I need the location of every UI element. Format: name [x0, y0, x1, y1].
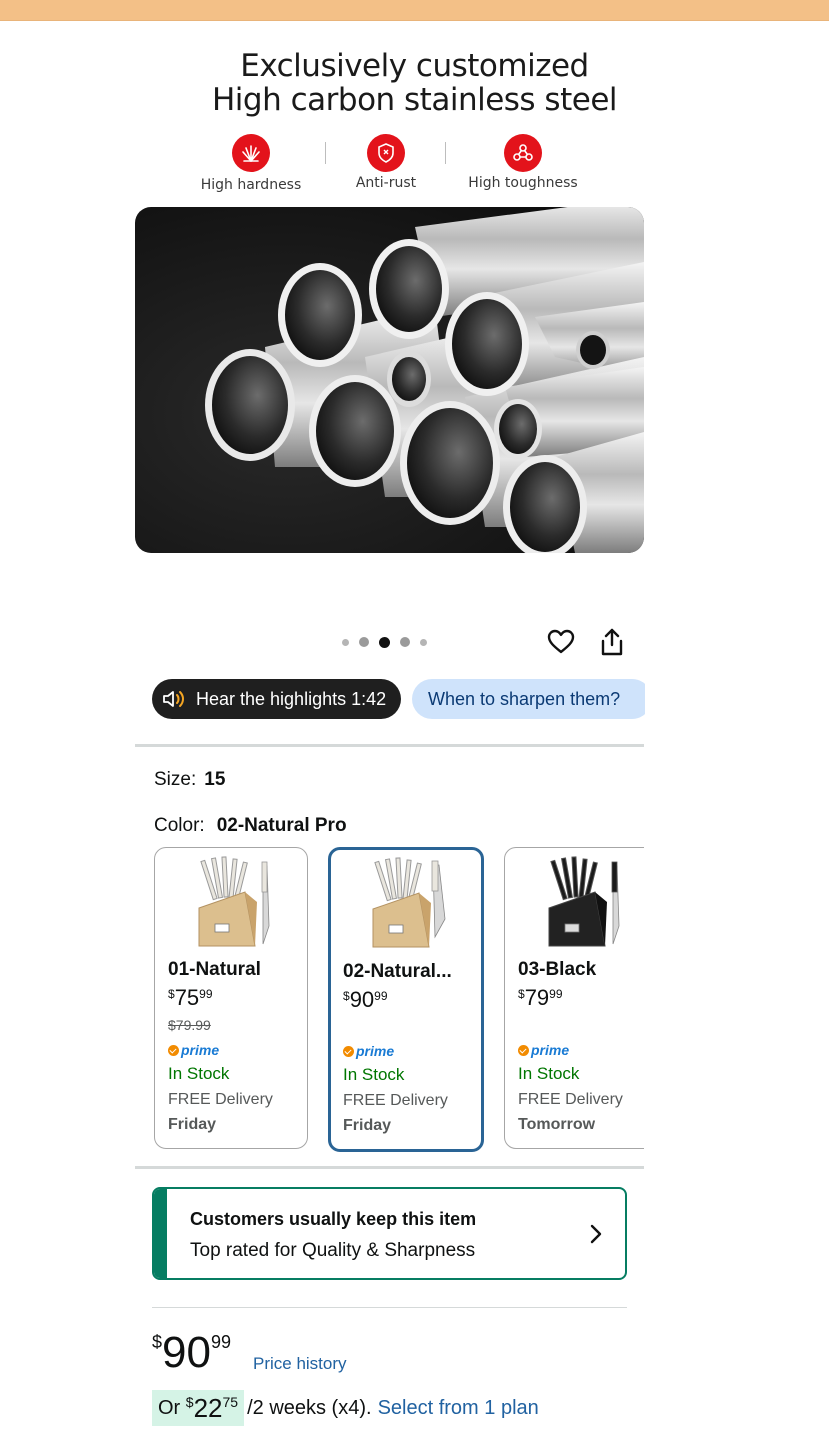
feature-high-hardness: High hardness — [181, 134, 321, 193]
variant-stock: In Stock — [343, 1065, 405, 1084]
product-price: $9099 — [152, 1328, 231, 1377]
installment-row: Or $22 75 /2 weeks (x4). Select from 1 pl… — [152, 1390, 539, 1426]
variant-price: $7599 — [168, 985, 213, 1010]
steel-pipes-image — [135, 207, 644, 553]
prime-badge: prime — [518, 1042, 569, 1058]
prime-check-icon — [343, 1045, 354, 1057]
variant-name: 03-Black — [518, 959, 597, 980]
color-label: Color: — [154, 815, 205, 836]
variant-list-price: $79.99 — [168, 1017, 211, 1033]
keep-banner-subtitle: Top rated for Quality & Sharpness — [190, 1240, 476, 1261]
divider — [135, 1166, 644, 1169]
carousel-dot-active[interactable] — [379, 636, 390, 648]
carousel-dots[interactable] — [342, 636, 427, 648]
share-icon[interactable] — [598, 627, 626, 657]
customers-keep-banner[interactable]: Customers usually keep this item Top rat… — [152, 1187, 627, 1280]
feature-label: High hardness — [200, 177, 302, 193]
color-value: 02-Natural Pro — [216, 815, 347, 836]
chevron-right-icon — [589, 1223, 603, 1245]
prime-badge: prime — [168, 1042, 219, 1058]
price-history-link[interactable]: Price history — [253, 1354, 347, 1374]
product-image[interactable]: Exclusively customized High carbon stain… — [0, 21, 829, 601]
size-row: Size: 15 — [154, 769, 225, 791]
top-banner-strip — [0, 0, 829, 21]
knife-block-thumbnail — [535, 856, 627, 952]
color-variants: 01-Natural $7599 $79.99 prime In Stock F… — [135, 845, 644, 1155]
speaker-icon — [163, 691, 184, 707]
variant-delivery: FREE Delivery — [168, 1091, 273, 1108]
installment-amount: Or $22 75 — [152, 1390, 245, 1426]
variant-card-03-black[interactable]: 03-Black $7999 prime In Stock FREE Deliv… — [504, 847, 644, 1149]
accent-bar — [154, 1189, 167, 1278]
variant-delivery-day: Tomorrow — [518, 1116, 596, 1133]
variant-delivery-day: Friday — [343, 1117, 392, 1134]
toughness-icon — [504, 134, 542, 172]
hero-title-line1: Exclusively customized — [240, 48, 589, 84]
hear-highlights-button[interactable]: Hear the highlights 1:42 — [152, 679, 401, 719]
variant-card-02-natural-pro[interactable]: 02-Natural... $9099 prime In Stock FREE … — [328, 847, 484, 1152]
chip-scroll-mask — [645, 670, 829, 730]
variant-name: 01-Natural — [168, 959, 261, 980]
variant-price: $7999 — [518, 985, 563, 1010]
select-plan-link[interactable]: Select from 1 plan — [378, 1397, 539, 1420]
variant-price: $9099 — [343, 987, 388, 1012]
prime-check-icon — [168, 1044, 179, 1056]
variant-name: 02-Natural... — [343, 961, 452, 982]
feature-label: Anti-rust — [355, 175, 417, 191]
shield-icon — [367, 134, 405, 172]
divider — [152, 1307, 627, 1308]
variant-stock: In Stock — [168, 1064, 230, 1083]
feature-anti-rust: Anti-rust — [316, 134, 456, 191]
question-chip[interactable]: When to sharpen them? — [412, 679, 652, 719]
keep-banner-title: Customers usually keep this item — [190, 1209, 477, 1229]
feature-label: High toughness — [468, 175, 578, 191]
heart-icon[interactable] — [546, 627, 576, 657]
installment-period: /2 weeks (x4). — [247, 1396, 372, 1419]
variant-card-01-natural[interactable]: 01-Natural $7599 $79.99 prime In Stock F… — [154, 847, 308, 1149]
size-label: Size: — [154, 769, 197, 790]
prime-check-icon — [518, 1044, 529, 1056]
carousel-dot[interactable] — [342, 638, 349, 646]
feature-high-toughness: High toughness — [453, 134, 593, 191]
hear-highlights-label: Hear the highlights 1:42 — [196, 688, 387, 709]
knife-block-thumbnail — [185, 856, 277, 952]
color-row: Color: 02-Natural Pro — [154, 815, 347, 837]
variant-stock: In Stock — [518, 1064, 580, 1083]
carousel-dot[interactable] — [359, 637, 369, 647]
variant-delivery: FREE Delivery — [518, 1091, 623, 1108]
question-chip-label: When to sharpen them? — [428, 688, 621, 709]
divider — [445, 142, 446, 164]
divider — [135, 744, 644, 747]
variant-delivery-day: Friday — [168, 1116, 217, 1133]
knife-block-thumbnail — [359, 857, 451, 953]
carousel-dot[interactable] — [400, 637, 410, 647]
hardness-icon — [232, 134, 270, 172]
prime-badge: prime — [343, 1043, 394, 1059]
carousel-dot[interactable] — [420, 638, 427, 646]
hero-title-line2: High carbon stainless steel — [212, 82, 618, 118]
variant-delivery: FREE Delivery — [343, 1092, 448, 1109]
size-value: 15 — [204, 769, 226, 790]
